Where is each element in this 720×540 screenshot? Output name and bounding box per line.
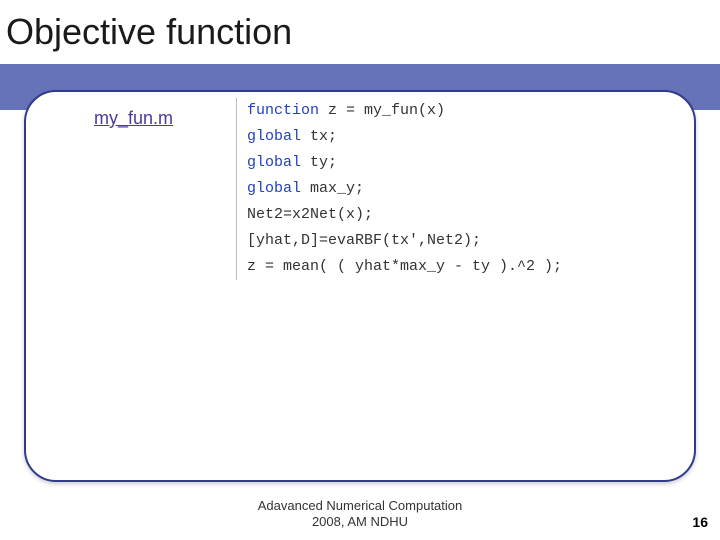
title-area: Objective function: [0, 0, 720, 64]
code-line: Net2=x2Net(x);: [247, 202, 596, 228]
page-title: Objective function: [6, 11, 292, 53]
source-file-link[interactable]: my_fun.m: [94, 108, 173, 129]
code-line: global max_y;: [247, 176, 596, 202]
footer-line-1: Adavanced Numerical Computation: [258, 498, 463, 513]
code-line: function z = my_fun(x): [247, 98, 596, 124]
code-line: global tx;: [247, 124, 596, 150]
footer: Adavanced Numerical Computation 2008, AM…: [0, 498, 720, 531]
content-panel: my_fun.m function z = my_fun(x) global t…: [24, 90, 696, 482]
code-line: global ty;: [247, 150, 596, 176]
slide-root: Objective function my_fun.m function z =…: [0, 0, 720, 540]
page-number: 16: [692, 514, 708, 530]
code-line: [yhat,D]=evaRBF(tx',Net2);: [247, 228, 596, 254]
code-block: function z = my_fun(x) global tx; global…: [236, 98, 596, 280]
footer-line-2: 2008, AM NDHU: [312, 514, 408, 529]
code-line: z = mean( ( yhat*max_y - ty ).^2 );: [247, 254, 596, 280]
